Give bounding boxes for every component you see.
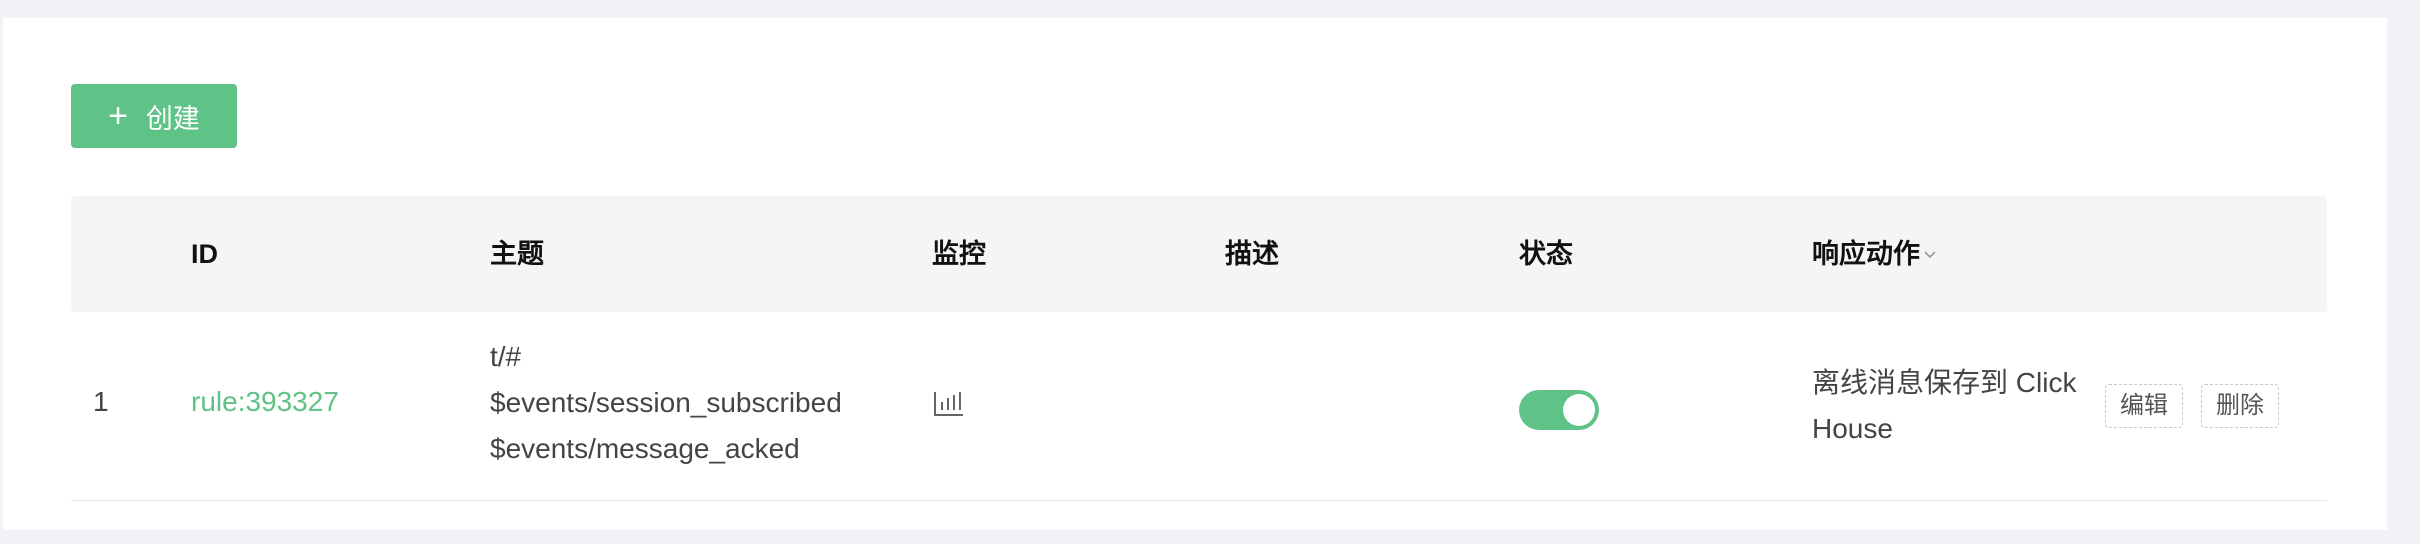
create-button[interactable]: + 创建 (71, 84, 237, 148)
toggle-knob (1563, 394, 1595, 426)
action-description: 离线消息保存到 ClickHouse (1812, 367, 2077, 444)
column-header-id: ID (191, 239, 218, 269)
column-header-description: 描述 (1225, 239, 1279, 269)
table-header: ID 主题 监控 描述 状态 响应动作 (71, 196, 2327, 312)
row-index: 1 (93, 386, 109, 417)
edit-button[interactable]: 编辑 (2105, 384, 2183, 428)
topic-item: $events/message_acked (490, 433, 800, 464)
delete-button[interactable]: 删除 (2201, 384, 2279, 428)
rule-id-link[interactable]: rule:393327 (191, 386, 339, 418)
column-header-monitor: 监控 (932, 239, 986, 269)
create-button-label: 创建 (145, 103, 200, 134)
topic-item: $events/session_subscribed (490, 387, 842, 418)
column-header-actions[interactable]: 响应动作 (1812, 196, 1938, 312)
column-header-actions-label: 响应动作 (1812, 239, 1920, 269)
plus-icon: + (108, 97, 128, 135)
topic-item: t/# (490, 341, 522, 372)
column-header-status: 状态 (1519, 239, 1573, 269)
rules-card: + 创建 ID 主题 监控 描述 状态 响应动作 1 rule:393327 t… (3, 18, 2387, 530)
topics-cell: t/# $events/session_subscribed $events/m… (490, 334, 842, 472)
status-toggle[interactable] (1519, 390, 1599, 430)
chevron-down-icon[interactable] (1922, 246, 1938, 262)
bar-chart-icon[interactable] (933, 390, 965, 418)
table-row: 1 rule:393327 t/# $events/session_subscr… (71, 312, 2327, 501)
column-header-topic: 主题 (490, 239, 544, 269)
